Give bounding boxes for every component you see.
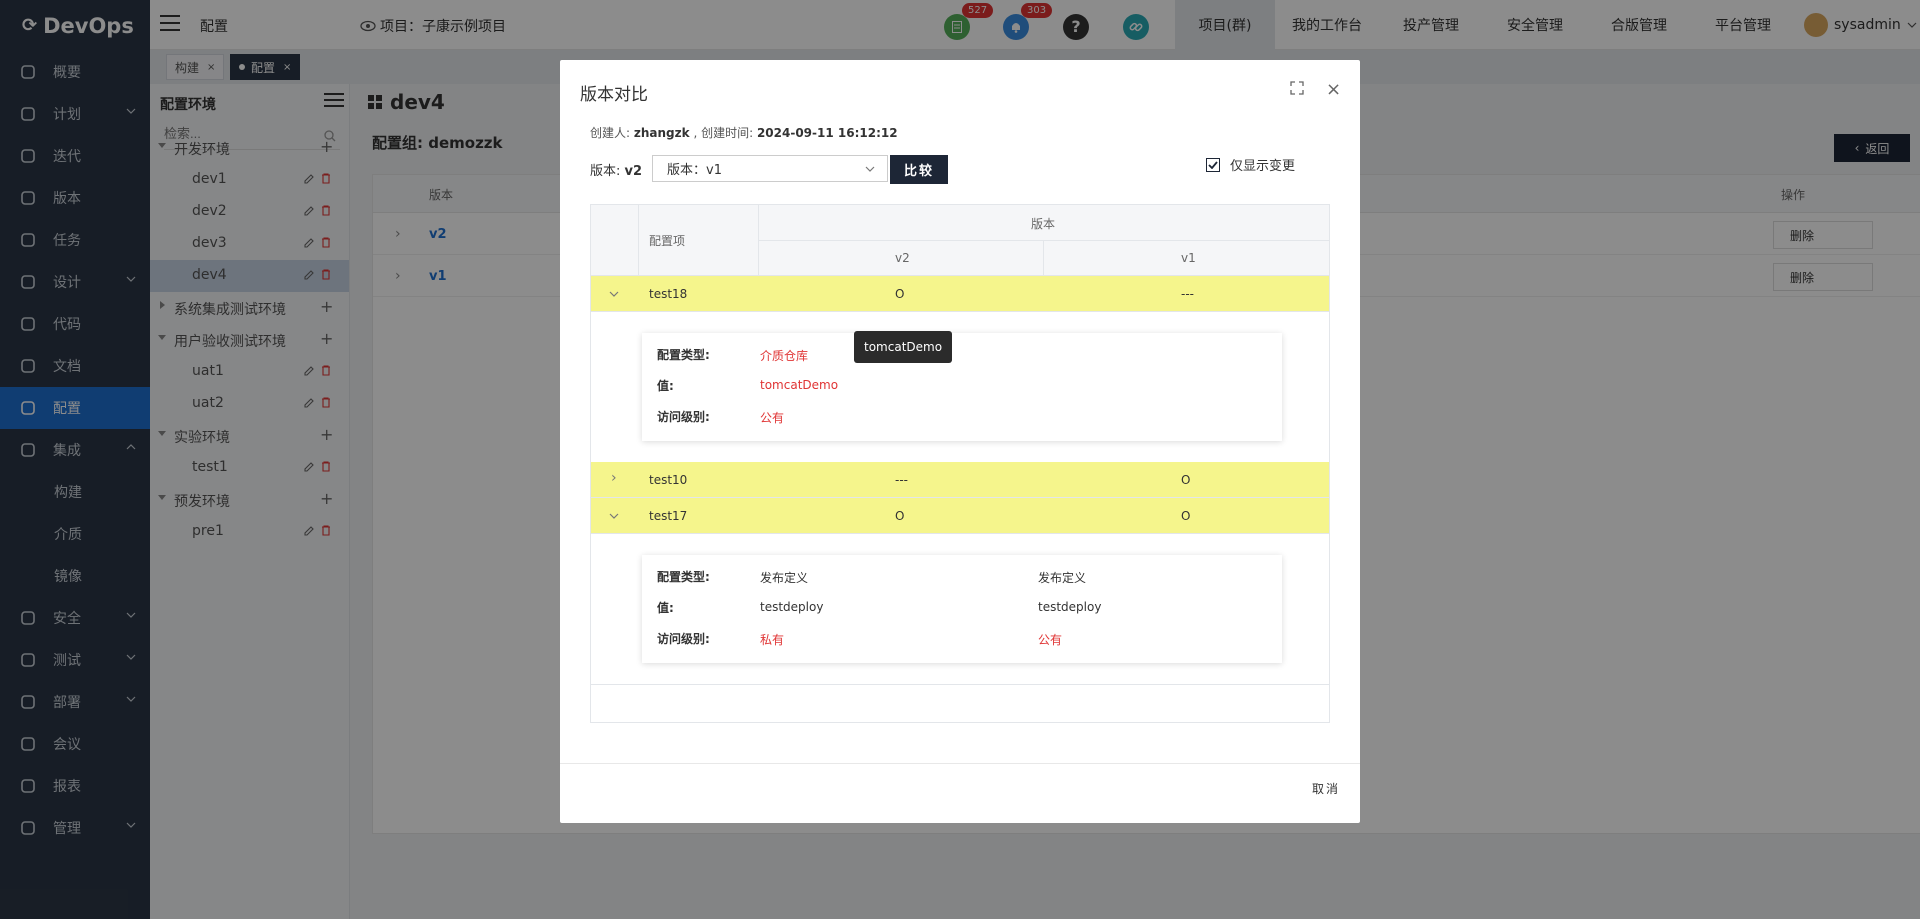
footer-divider — [560, 763, 1360, 764]
col-version-group: 版本 — [1031, 217, 1056, 231]
value-label: 值: — [657, 601, 674, 615]
chevron-down-icon[interactable] — [609, 513, 619, 519]
version-current: v2 — [624, 164, 643, 179]
created-at: 2024-09-11 16:12:12 — [756, 126, 898, 140]
v2-value: testdeploy — [760, 600, 824, 614]
table-row[interactable]: test17 O O — [591, 498, 1329, 534]
v2-value: --- — [895, 473, 908, 487]
tooltip: tomcatDemo — [854, 331, 953, 363]
col-v2: v2 — [895, 251, 910, 265]
select-value: 版本：v1 — [667, 163, 722, 178]
version-prefix: 版本: — [590, 164, 625, 179]
compare-table: 配置项 版本 v2 v1 test18 O --- 配置类型: 介质仓库 值: … — [590, 204, 1330, 723]
access-value: 公有 — [760, 411, 785, 425]
checkbox-check-icon[interactable] — [1206, 157, 1220, 172]
compare-header: 配置项 版本 v2 v1 — [591, 205, 1329, 276]
col-v1: v1 — [1181, 251, 1196, 265]
creator-line: 创建人: zhangzk , 创建时间: 2024-09-11 16:12:12 — [590, 124, 898, 141]
type-value: 介质仓库 — [760, 349, 809, 363]
version-line: 版本: v2 — [590, 160, 642, 179]
v1-value: testdeploy — [1038, 600, 1102, 614]
close-icon[interactable]: × — [1326, 79, 1341, 100]
item-name: test10 — [649, 473, 688, 487]
v2-value: O — [895, 509, 905, 523]
detail-card: 配置类型: 介质仓库 值: tomcatDemo 访问级别: 公有 — [642, 333, 1282, 441]
only-changes-label: 仅显示变更 — [1230, 159, 1296, 174]
item-name: test18 — [649, 287, 688, 301]
compare-button[interactable]: 比较 — [890, 155, 948, 184]
v1-type: 发布定义 — [1038, 571, 1087, 585]
chevron-right-icon[interactable]: › — [611, 470, 617, 486]
created-prefix: , 创建时间: — [693, 126, 754, 140]
value-label: 值: — [657, 379, 674, 393]
item-name: test17 — [649, 509, 688, 523]
cancel-button[interactable]: 取消 — [1312, 780, 1340, 797]
table-row[interactable]: › test10 --- O — [591, 462, 1329, 498]
table-row[interactable]: test18 O --- — [591, 276, 1329, 312]
type-label: 配置类型: — [657, 570, 710, 584]
col-item: 配置项 — [649, 234, 686, 248]
v2-type: 发布定义 — [760, 571, 809, 585]
access-label: 访问级别: — [657, 410, 710, 424]
detail-card: 配置类型: 发布定义 发布定义 值: testdeploy testdeploy… — [642, 555, 1282, 663]
type-label: 配置类型: — [657, 348, 710, 362]
v1-access: 公有 — [1038, 633, 1063, 647]
v2-access: 私有 — [760, 633, 785, 647]
version-compare-dialog: 版本对比 × 创建人: zhangzk , 创建时间: 2024-09-11 1… — [560, 60, 1360, 823]
chevron-down-icon[interactable] — [609, 291, 619, 297]
v1-value: --- — [1181, 287, 1194, 301]
version-select[interactable]: 版本：v1 — [652, 155, 888, 182]
divider — [591, 684, 1329, 685]
fullscreen-icon[interactable] — [1290, 81, 1304, 95]
v1-value: O — [1181, 473, 1191, 487]
value-value: tomcatDemo — [760, 378, 839, 392]
creator-name: zhangzk — [633, 126, 690, 140]
access-label: 访问级别: — [657, 632, 710, 646]
dialog-title: 版本对比 — [580, 85, 648, 105]
only-changes-checkbox[interactable]: 仅显示变更 — [1206, 155, 1295, 174]
chevron-down-icon — [865, 166, 875, 172]
v2-value: O — [895, 287, 905, 301]
v1-value: O — [1181, 509, 1191, 523]
creator-prefix: 创建人: — [590, 126, 631, 140]
